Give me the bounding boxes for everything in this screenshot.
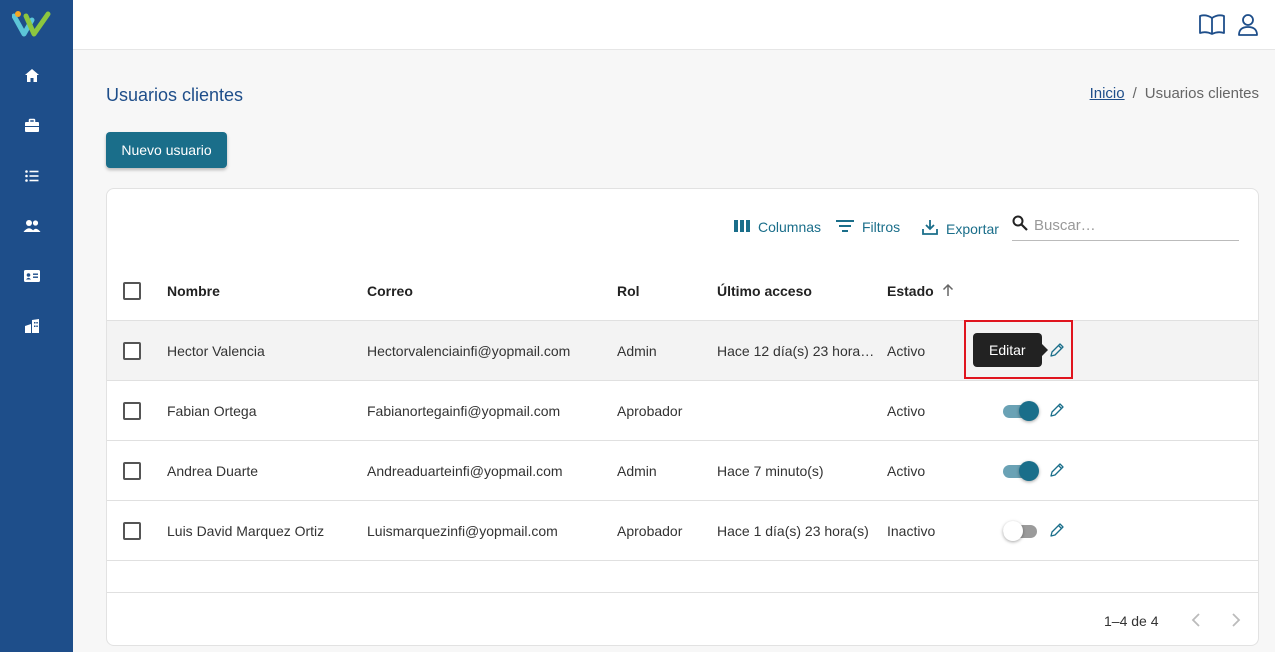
cell-email: Hectorvalenciainfi@yopmail.com [367, 343, 571, 359]
topbar [73, 0, 1275, 50]
cell-email: Andreaduarteinfi@yopmail.com [367, 463, 563, 479]
users-table-card: Columnas Filtros Exportar Nombre Correo … [106, 188, 1259, 646]
table-footer: 1–4 de 4 [107, 592, 1258, 645]
breadcrumb-current: Usuarios clientes [1144, 85, 1259, 102]
select-all-checkbox[interactable] [123, 282, 141, 300]
table-header: Nombre Correo Rol Último acceso Estado [107, 261, 1258, 321]
cell-role: Aprobador [617, 403, 683, 419]
pencil-icon [1049, 402, 1065, 421]
download-icon [922, 219, 938, 238]
pencil-icon [1049, 522, 1065, 541]
sort-asc-icon[interactable] [942, 283, 954, 300]
row-checkbox[interactable] [123, 402, 141, 420]
filter-icon [836, 219, 854, 235]
prev-page-button[interactable] [1186, 611, 1206, 631]
columns-label: Columnas [758, 219, 822, 235]
search-icon [1012, 215, 1028, 236]
list-icon[interactable] [22, 166, 42, 186]
columns-button[interactable]: Columnas [734, 219, 821, 235]
sidebar [0, 0, 73, 652]
row-checkbox[interactable] [123, 522, 141, 540]
cell-email: Luismarquezinfi@yopmail.com [367, 523, 558, 539]
edit-button[interactable] [1047, 521, 1067, 541]
table-row[interactable]: Hector Valencia Hectorvalenciainfi@yopma… [107, 321, 1258, 381]
edit-button[interactable] [1047, 401, 1067, 421]
cell-role: Aprobador [617, 523, 683, 539]
table-row[interactable]: Fabian Ortega Fabianortegainfi@yopmail.c… [107, 381, 1258, 441]
chevron-right-icon [1231, 611, 1241, 632]
search-input[interactable] [1034, 217, 1224, 234]
user-icon[interactable] [1234, 11, 1262, 39]
cell-role: Admin [617, 463, 657, 479]
new-user-button[interactable]: Nuevo usuario [106, 132, 227, 168]
header-status-label: Estado [887, 283, 934, 299]
export-button[interactable]: Exportar [922, 219, 999, 238]
cell-last-access: Hace 7 minuto(s) [717, 463, 824, 479]
book-icon[interactable] [1198, 11, 1226, 39]
breadcrumb: Inicio / Usuarios clientes [1090, 85, 1259, 102]
cell-status: Activo [887, 403, 926, 419]
cell-name: Hector Valencia [167, 343, 265, 359]
cell-status: Activo [887, 463, 926, 479]
briefcase-icon[interactable] [22, 116, 42, 136]
row-checkbox[interactable] [123, 462, 141, 480]
columns-icon [734, 219, 750, 235]
pencil-icon [1049, 462, 1065, 481]
header-email[interactable]: Correo [367, 261, 612, 321]
header-name[interactable]: Nombre [167, 261, 362, 321]
cell-role: Admin [617, 343, 657, 359]
cell-email: Fabianortegainfi@yopmail.com [367, 403, 561, 419]
cell-status: Inactivo [887, 523, 936, 539]
header-role[interactable]: Rol [617, 261, 712, 321]
status-toggle[interactable] [1003, 401, 1039, 421]
cell-name: Fabian Ortega [167, 403, 257, 419]
id-card-icon[interactable] [22, 266, 42, 286]
pagination-label: 1–4 de 4 [1104, 613, 1159, 629]
table-row[interactable]: Luis David Marquez Ortiz Luismarquezinfi… [107, 501, 1258, 561]
cell-last-access: Hace 12 día(s) 23 hora… [717, 343, 875, 359]
export-label: Exportar [946, 220, 999, 237]
page-title: Usuarios clientes [106, 85, 244, 105]
home-icon[interactable] [22, 66, 42, 86]
edit-button[interactable] [1047, 461, 1067, 481]
users-icon[interactable] [22, 216, 42, 236]
cell-name: Andrea Duarte [167, 463, 259, 479]
header-last-access[interactable]: Último acceso [717, 261, 887, 321]
building-icon[interactable] [22, 316, 42, 336]
filters-button[interactable]: Filtros [836, 219, 900, 235]
next-page-button[interactable] [1226, 611, 1246, 631]
breadcrumb-separator: / [1132, 85, 1137, 102]
search-box [1012, 211, 1239, 241]
breadcrumb-home-link[interactable]: Inicio [1090, 85, 1125, 102]
chevron-left-icon [1191, 611, 1201, 632]
filters-label: Filtros [862, 219, 901, 235]
status-toggle[interactable] [1003, 461, 1039, 481]
cell-last-access: Hace 1 día(s) 23 hora(s) [717, 523, 869, 539]
table-row[interactable]: Andrea Duarte Andreaduarteinfi@yopmail.c… [107, 441, 1258, 501]
row-checkbox[interactable] [123, 342, 141, 360]
status-toggle[interactable] [1003, 521, 1039, 541]
highlight-box [964, 320, 1073, 379]
cell-status: Activo [887, 343, 926, 359]
cell-last-access [717, 381, 887, 441]
app-logo[interactable] [11, 8, 54, 40]
cell-name: Luis David Marquez Ortiz [167, 523, 325, 539]
header-status[interactable]: Estado [887, 261, 967, 321]
